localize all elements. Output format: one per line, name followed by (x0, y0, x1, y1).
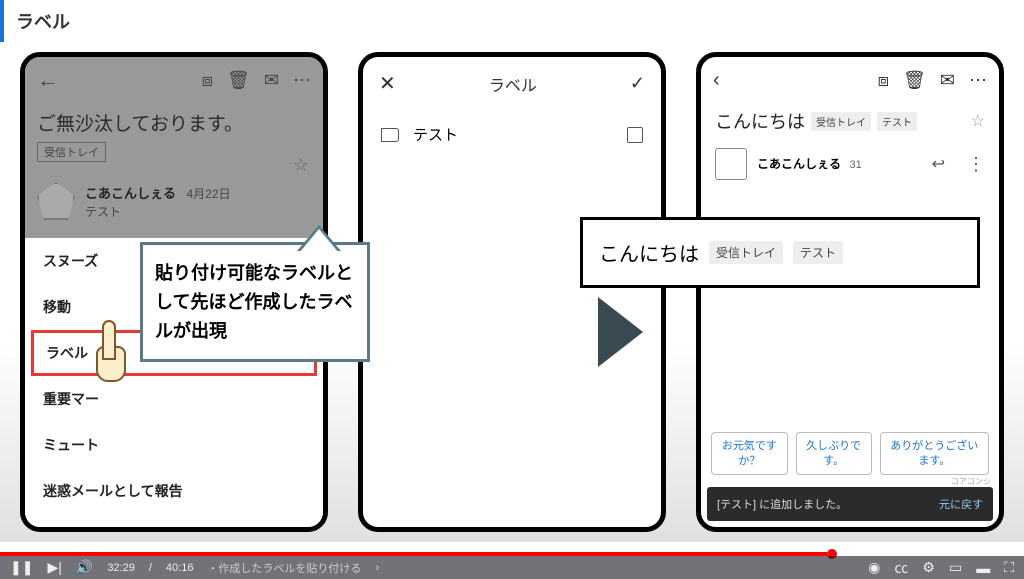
autoplay-toggle[interactable]: ◉ (868, 559, 880, 576)
smart-reply-1[interactable]: お元気ですか？ (711, 432, 788, 475)
time-sep: / (149, 562, 152, 574)
detail-subject: こんにちは (599, 238, 699, 267)
settings-icon[interactable]: ⚙ (922, 559, 935, 576)
watermark: コアコンシ (951, 476, 991, 487)
content-area: ← ⧈ 🗑 ✉ ⋯ ご無沙汰しております。 受信トレイ ☆ こあこんしぇる 4月… (0, 42, 1024, 542)
smart-reply-2[interactable]: 久しぶりです。 (796, 432, 872, 475)
email-subject: こんにちは (715, 108, 805, 134)
reply-icon[interactable]: ↩ (932, 154, 945, 174)
phone1-toolbar: ← ⧈ 🗑 ✉ ⋯ (37, 67, 311, 93)
detail-test-chip: テスト (793, 241, 843, 264)
label-checkbox[interactable] (627, 127, 643, 143)
detail-overlay: こんにちは 受信トレイ テスト (580, 217, 980, 288)
miniplayer-icon[interactable]: ▭ (949, 559, 962, 576)
arrow-right-icon (598, 297, 643, 367)
mail-icon[interactable]: ✉ (940, 70, 955, 91)
archive-icon[interactable]: ⧈ (878, 70, 889, 91)
back-icon[interactable]: ‹ (713, 69, 720, 92)
star-icon[interactable]: ☆ (293, 155, 309, 176)
back-icon[interactable]: ← (37, 67, 59, 93)
mail-icon[interactable]: ✉ (264, 70, 279, 91)
inbox-chip: 受信トレイ (811, 112, 871, 131)
pointer-hand-icon (92, 320, 132, 390)
star-icon[interactable]: ☆ (971, 111, 985, 131)
chapter-title[interactable]: ・作成したラベルを貼り付ける (207, 560, 361, 576)
avatar-icon (37, 182, 75, 220)
theater-icon[interactable]: ▬ (976, 560, 990, 576)
more-icon[interactable]: ⋯ (293, 70, 311, 91)
smart-reply-row: お元気ですか？ 久しぶりです。 ありがとうございます。 (701, 432, 999, 475)
label-dialog-title: ラベル (396, 72, 630, 96)
label-row[interactable]: テスト (363, 110, 661, 159)
more-icon[interactable]: ⋯ (969, 70, 987, 91)
phone-screenshot-3: ‹ ⧈ 🗑 ✉ ⋯ こんにちは 受信トレイ テスト ☆ こあこんしぇる 31 ↩ (696, 52, 1004, 532)
delete-icon[interactable]: 🗑 (903, 70, 926, 91)
sender-name: こあこんしぇる (757, 157, 841, 171)
smart-reply-3[interactable]: ありがとうございます。 (880, 432, 989, 475)
callout-text: 貼り付け可能なラベルとして先ほど作成したラベルが出現 (155, 263, 353, 341)
page-header: ラベル (0, 0, 1024, 42)
phone-screenshot-2: ✕ ラベル ✓ テスト (358, 52, 666, 532)
email-subject: ご無沙汰しております。 (37, 109, 311, 136)
sender-date: 4月22日 (186, 187, 230, 201)
sender-date: 31 (849, 159, 861, 171)
sender-row: こあこんしぇる 4月22日 テスト (37, 182, 311, 228)
tag-icon (381, 128, 399, 142)
callout-box: 貼り付け可能なラベルとして先ほど作成したラベルが出現 (140, 242, 370, 362)
time-current: 32:29 (107, 562, 135, 574)
more-vert-icon[interactable]: ⋮ (967, 154, 985, 175)
archive-icon[interactable]: ⧈ (202, 70, 213, 91)
delete-icon[interactable]: 🗑 (227, 70, 250, 91)
phone3-toolbar: ‹ ⧈ 🗑 ✉ ⋯ (701, 57, 999, 104)
snackbar-message: [テスト] に追加しました。 (717, 496, 847, 512)
phone3-subject-row: こんにちは 受信トレイ テスト ☆ (701, 104, 999, 138)
snackbar-undo[interactable]: 元に戻す (939, 496, 983, 512)
time-total: 40:16 (166, 562, 194, 574)
captions-button[interactable]: ㏄ (894, 558, 908, 578)
page-title: ラベル (16, 12, 70, 32)
sender-name: こあこんしぇる (85, 186, 176, 201)
avatar-icon (715, 148, 747, 180)
snackbar: [テスト] に追加しました。 元に戻す (707, 487, 993, 521)
menu-important[interactable]: 重要マー (25, 376, 323, 422)
inbox-tag: 受信トレイ (37, 142, 106, 162)
label-name: テスト (413, 124, 627, 145)
chevron-right-icon[interactable]: › (375, 562, 379, 574)
detail-inbox-chip: 受信トレイ (709, 241, 783, 264)
sender-subtext: テスト (85, 203, 231, 220)
pause-button[interactable]: ❚❚ (10, 559, 33, 576)
menu-spam[interactable]: 迷惑メールとして報告 (25, 468, 323, 514)
menu-mute[interactable]: ミュート (25, 422, 323, 468)
close-icon[interactable]: ✕ (379, 71, 396, 96)
next-button[interactable]: ▶| (47, 559, 61, 576)
volume-icon[interactable]: 🔊 (76, 559, 93, 576)
menu-print[interactable]: すべて印刷 (25, 514, 323, 532)
phone1-header-area: ← ⧈ 🗑 ✉ ⋯ ご無沙汰しております。 受信トレイ ☆ こあこんしぇる 4月… (25, 57, 323, 238)
test-chip: テスト (877, 112, 917, 131)
video-player-controls: ❚❚ ▶| 🔊 32:29 / 40:16 ・作成したラベルを貼り付ける › ◉… (0, 556, 1024, 579)
phone2-toolbar: ✕ ラベル ✓ (363, 57, 661, 110)
check-icon[interactable]: ✓ (630, 73, 645, 94)
fullscreen-icon[interactable]: ⛶ (1004, 559, 1014, 576)
phone3-sender-row: こあこんしぇる 31 ↩ ⋮ (701, 138, 999, 190)
